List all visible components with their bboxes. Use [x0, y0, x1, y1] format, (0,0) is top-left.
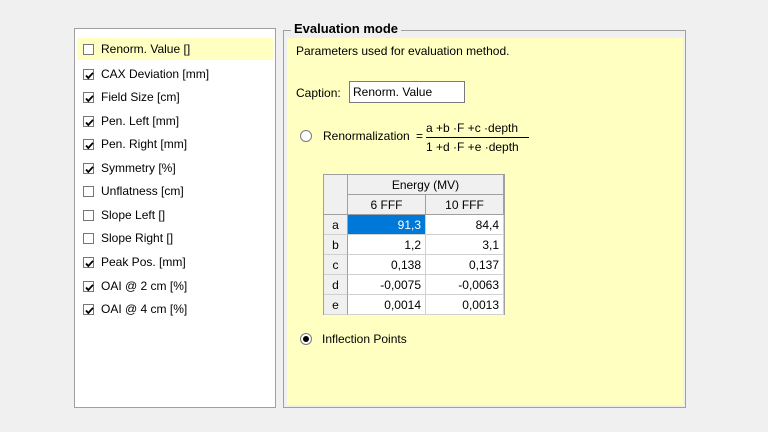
- table-column-header[interactable]: 10 FFF: [426, 195, 504, 215]
- table-row-header: e: [324, 295, 348, 315]
- checklist-item-label: CAX Deviation [mm]: [101, 67, 210, 81]
- checklist-item-label: Renorm. Value []: [101, 42, 191, 56]
- table-cell[interactable]: 1,2: [348, 235, 426, 255]
- checklist-item[interactable]: Slope Left []: [77, 204, 273, 226]
- formula-numerator: a +b ·F +c ·depth: [426, 121, 519, 135]
- renormalization-label[interactable]: Renormalization: [323, 129, 410, 143]
- checklist-item-label: OAI @ 4 cm [%]: [101, 302, 188, 316]
- checklist-item[interactable]: Pen. Left [mm]: [77, 110, 273, 132]
- table-cell[interactable]: 0,137: [426, 255, 504, 275]
- formula-equals: =: [416, 129, 424, 143]
- table-cell[interactable]: 3,1: [426, 235, 504, 255]
- checklist-item[interactable]: Field Size [cm]: [77, 86, 273, 108]
- checklist-item[interactable]: Symmetry [%]: [77, 157, 273, 179]
- checkmark-icon: [85, 283, 94, 291]
- checkbox-checked[interactable]: [83, 303, 94, 315]
- table-row-header: d: [324, 275, 348, 295]
- table-cell[interactable]: -0,0075: [348, 275, 426, 295]
- checkmark-icon: [85, 94, 94, 102]
- checkmark-icon: [85, 165, 94, 173]
- checkbox-checked[interactable]: [83, 256, 94, 268]
- checklist-item[interactable]: Pen. Right [mm]: [77, 133, 273, 155]
- checkbox-checked[interactable]: [83, 138, 94, 150]
- checkbox-checked[interactable]: [83, 280, 94, 292]
- parameter-checklist[interactable]: Renorm. Value [] CAX Deviation [mm] Field …: [74, 28, 276, 408]
- checkbox-checked[interactable]: [83, 91, 94, 103]
- checkbox-checked[interactable]: [83, 115, 94, 127]
- checklist-item-label: Field Size [cm]: [101, 90, 180, 104]
- checkbox-unchecked[interactable]: [83, 43, 94, 55]
- checkbox-unchecked[interactable]: [83, 232, 94, 244]
- formula-fraction-bar: [426, 137, 529, 138]
- checkmark-icon: [85, 71, 94, 79]
- checkbox-checked[interactable]: [83, 68, 94, 80]
- checklist-item[interactable]: Peak Pos. [mm]: [77, 251, 273, 273]
- checklist-item[interactable]: OAI @ 2 cm [%]: [77, 275, 273, 297]
- radio-selected-dot: [303, 336, 309, 342]
- table-cell[interactable]: -0,0063: [426, 275, 504, 295]
- group-title: Evaluation mode: [291, 21, 402, 36]
- energy-parameter-table[interactable]: Energy (MV) 6 FFF 10 FFF a 91,3 84,4 b 1,2 3,1 c 0…: [323, 174, 505, 315]
- checklist-item[interactable]: OAI @ 4 cm [%]: [77, 298, 273, 320]
- table-row-header: c: [324, 255, 348, 275]
- inflection-points-radio[interactable]: [300, 333, 312, 345]
- table-cell[interactable]: 0,0014: [348, 295, 426, 315]
- checklist-item-label: Symmetry [%]: [101, 161, 176, 175]
- checklist-item[interactable]: Slope Right []: [77, 227, 273, 249]
- table-cell[interactable]: 91,3: [348, 215, 426, 235]
- checkmark-icon: [85, 259, 94, 267]
- table-cell[interactable]: 0,138: [348, 255, 426, 275]
- table-column-header[interactable]: 6 FFF: [348, 195, 426, 215]
- checkmark-icon: [85, 118, 94, 126]
- checkbox-unchecked[interactable]: [83, 185, 94, 197]
- checkmark-icon: [85, 306, 94, 314]
- checklist-item-label: Pen. Left [mm]: [101, 114, 180, 128]
- table-group-header: Energy (MV): [348, 175, 504, 195]
- checklist-item[interactable]: Unflatness [cm]: [77, 180, 273, 202]
- checklist-item[interactable]: CAX Deviation [mm]: [77, 63, 273, 85]
- parameters-description: Parameters used for evaluation method.: [296, 44, 510, 58]
- checkmark-icon: [85, 141, 94, 149]
- renormalization-radio[interactable]: [300, 130, 312, 142]
- checklist-item-label: Peak Pos. [mm]: [101, 255, 186, 269]
- caption-input[interactable]: [349, 81, 465, 103]
- checklist-item-label: Unflatness [cm]: [101, 184, 184, 198]
- checkbox-checked[interactable]: [83, 162, 94, 174]
- table-row-header: b: [324, 235, 348, 255]
- checkbox-unchecked[interactable]: [83, 209, 94, 221]
- caption-label: Caption:: [296, 86, 341, 100]
- table-cell[interactable]: 0,0013: [426, 295, 504, 315]
- table-row-header: a: [324, 215, 348, 235]
- table-corner-cell: [324, 175, 348, 215]
- formula-denominator: 1 +d ·F +e ·depth: [426, 140, 519, 154]
- inflection-points-label[interactable]: Inflection Points: [322, 332, 407, 346]
- checklist-item-label: Slope Left []: [101, 208, 166, 222]
- table-cell[interactable]: 84,4: [426, 215, 504, 235]
- checklist-item-label: OAI @ 2 cm [%]: [101, 279, 188, 293]
- checklist-item-label: Pen. Right [mm]: [101, 137, 188, 151]
- checklist-item-label: Slope Right []: [101, 231, 174, 245]
- checklist-item[interactable]: Renorm. Value []: [77, 38, 273, 60]
